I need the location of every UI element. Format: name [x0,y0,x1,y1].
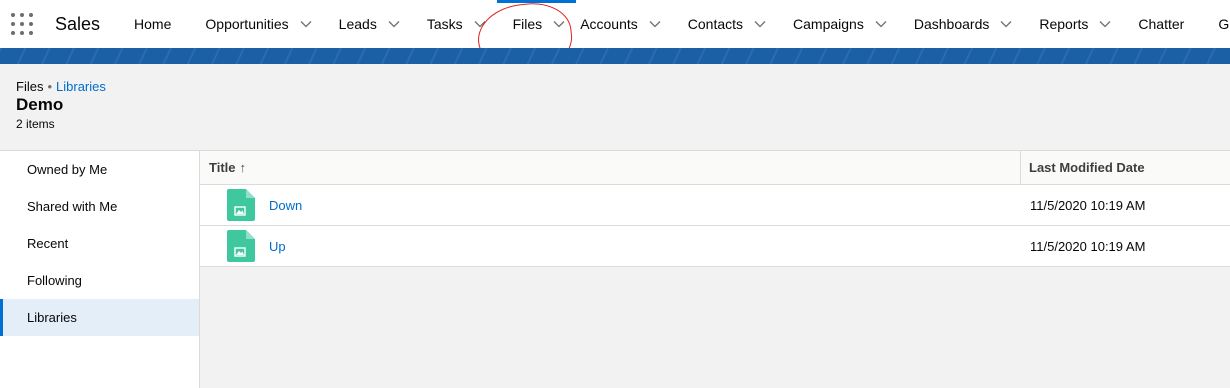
nav-item-leads[interactable]: Leads [323,0,411,48]
nav-item-home[interactable]: Home [118,0,189,48]
global-nav: Sales Home Opportunities Leads Tasks Fil… [0,0,1230,48]
nav-item-files[interactable]: Files [496,0,577,48]
nav-item-reports[interactable]: Reports [1023,0,1122,48]
breadcrumb: Files • Libraries [16,79,106,94]
chevron-down-icon[interactable] [999,17,1013,31]
app-name: Sales [55,13,101,34]
file-link[interactable]: Up [269,239,286,254]
files-sidebar: Owned by Me Shared with Me Recent Follow… [0,150,200,388]
sidebar-item-recent[interactable]: Recent [0,225,199,262]
cell-title: Down [200,189,1021,221]
image-file-icon [227,189,255,221]
nav-item-chatter[interactable]: Chatter [1122,0,1202,48]
sidebar-item-libraries[interactable]: Libraries [0,299,199,336]
nav-item-groups[interactable]: Groups [1202,0,1230,48]
page-header: Files • Libraries Demo 2 items [0,64,1230,150]
nav-item-tasks[interactable]: Tasks [411,0,497,48]
breadcrumb-separator: • [47,79,53,94]
breadcrumb-files: Files [16,79,44,94]
chevron-down-icon[interactable] [874,17,888,31]
page-title: Demo [16,95,64,114]
column-title-label: Title [209,160,236,175]
column-header-last-modified[interactable]: Last Modified Date [1021,151,1230,184]
cell-title: Up [200,230,1021,262]
nav-tabs: Home Opportunities Leads Tasks Files Acc… [118,0,1230,48]
sidebar-item-shared-with-me[interactable]: Shared with Me [0,188,199,225]
chevron-down-icon[interactable] [753,17,767,31]
nav-item-dashboards[interactable]: Dashboards [898,0,1024,48]
brand-band [0,48,1230,64]
item-count: 2 items [16,117,55,131]
column-header-title[interactable]: Title ↑ [200,151,1021,184]
image-file-icon [227,230,255,262]
chevron-down-icon[interactable] [473,17,487,31]
table-row[interactable]: Down 11/5/2020 10:19 AM [200,185,1230,226]
cell-last-modified: 11/5/2020 10:19 AM [1030,238,1146,254]
table-row[interactable]: Up 11/5/2020 10:19 AM [200,226,1230,267]
breadcrumb-libraries-link[interactable]: Libraries [56,79,106,94]
files-table: Title ↑ Last Modified Date Down 11/5/202… [200,150,1230,388]
file-link[interactable]: Down [269,198,302,213]
cell-last-modified: 11/5/2020 10:19 AM [1030,197,1146,213]
sort-ascending-icon[interactable]: ↑ [240,160,247,175]
sidebar-item-owned-by-me[interactable]: Owned by Me [0,151,199,188]
nav-item-contacts[interactable]: Contacts [672,0,777,48]
nav-item-accounts[interactable]: Accounts [576,0,672,48]
chevron-down-icon[interactable] [387,17,401,31]
table-header: Title ↑ Last Modified Date [200,151,1230,185]
nav-item-opportunities[interactable]: Opportunities [189,0,322,48]
chevron-down-icon[interactable] [648,17,662,31]
nav-item-campaigns[interactable]: Campaigns [777,0,898,48]
sidebar-item-following[interactable]: Following [0,262,199,299]
chevron-down-icon[interactable] [299,17,313,31]
app-launcher-icon[interactable] [11,13,33,35]
chevron-down-icon[interactable] [552,17,566,31]
chevron-down-icon[interactable] [1098,17,1112,31]
